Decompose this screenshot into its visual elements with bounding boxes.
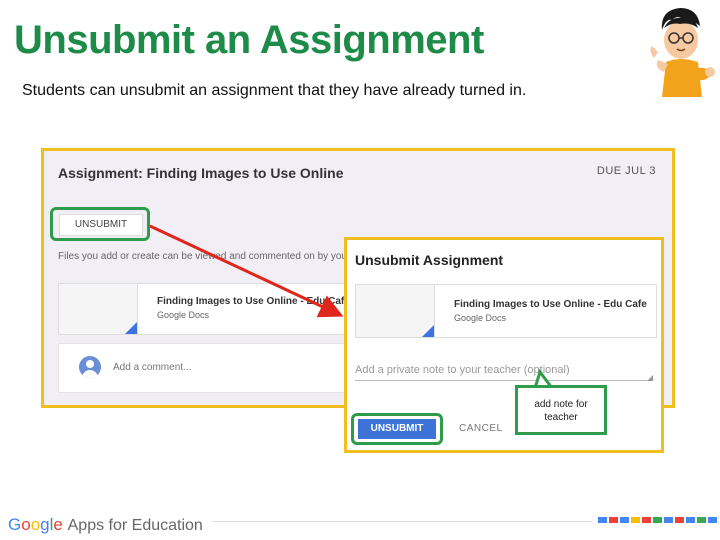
files-info-text: Files you add or create can be viewed an… — [58, 251, 362, 262]
dialog-file-card[interactable]: Finding Images to Use Online - Edu Cafe … — [355, 284, 657, 338]
user-avatar-icon — [79, 356, 101, 378]
file-type: Google Docs — [157, 310, 210, 320]
unsubmit-highlight: UNSUBMIT — [50, 207, 150, 241]
dialog-unsubmit-highlight: UNSUBMIT — [351, 413, 443, 445]
student-character-icon — [650, 8, 715, 97]
google-apps-logo: Google Apps for Education — [8, 515, 203, 534]
page-subtitle: Students can unsubmit an assignment that… — [22, 82, 527, 99]
due-date-label: DUE JUL 3 — [596, 165, 656, 177]
doc-corner-icon — [125, 322, 137, 334]
dialog-unsubmit-button[interactable]: UNSUBMIT — [358, 419, 436, 439]
comment-input[interactable]: Add a comment... — [113, 362, 191, 373]
file-name: Finding Images to Use Online - Edu Cafe — [157, 296, 350, 307]
assignment-title: Assignment: Finding Images to Use Online — [58, 165, 344, 181]
page-title: Unsubmit an Assignment — [14, 18, 484, 62]
dialog-file-name: Finding Images to Use Online - Edu Cafe — [454, 299, 647, 310]
unsubmit-button[interactable]: UNSUBMIT — [59, 214, 143, 236]
attached-file-card[interactable]: Finding Images to Use Online - Edu Cafe … — [58, 283, 360, 335]
dialog-cancel-button[interactable]: CANCEL — [459, 423, 503, 434]
private-note-input[interactable] — [355, 360, 653, 381]
doc-corner-icon — [422, 325, 434, 337]
footer-divider — [212, 521, 592, 522]
unsubmit-dialog: Unsubmit Assignment Finding Images to Us… — [344, 237, 664, 453]
resize-handle-icon[interactable]: ◢ — [647, 373, 653, 382]
dialog-file-type: Google Docs — [454, 313, 507, 323]
note-callout: add note for teacher — [515, 385, 607, 435]
dialog-file-thumbnail — [356, 285, 435, 337]
file-thumbnail — [59, 284, 138, 334]
comment-row: Add a comment... — [58, 343, 360, 393]
dialog-title: Unsubmit Assignment — [355, 252, 504, 268]
footer-color-bar — [598, 517, 717, 523]
